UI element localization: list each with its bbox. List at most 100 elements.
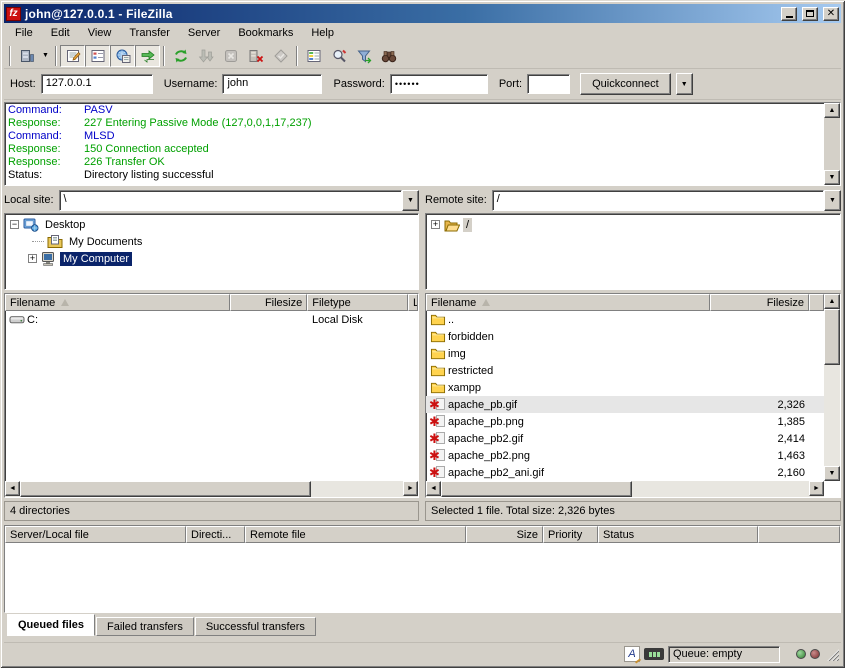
local-site-value[interactable]: \ [59, 190, 402, 211]
remote-horizontal-scrollbar[interactable]: ◄ ► [426, 481, 824, 497]
menu-file[interactable]: File [6, 25, 42, 41]
file-row-img[interactable]: img [426, 345, 824, 362]
menu-server[interactable]: Server [179, 25, 229, 41]
column-last-modified[interactable]: L [408, 294, 418, 311]
scroll-left-icon[interactable]: ◄ [426, 481, 441, 496]
scroll-left-icon[interactable]: ◄ [5, 481, 20, 496]
collapse-icon[interactable]: − [10, 220, 19, 229]
tree-item-root[interactable]: + / [426, 216, 840, 233]
scrollbar-thumb[interactable] [441, 481, 632, 497]
site-manager-dropdown[interactable]: ▼ [39, 45, 52, 67]
column-filesize[interactable]: Filesize [230, 294, 307, 311]
column-priority[interactable]: Priority [543, 526, 598, 543]
menu-transfer[interactable]: Transfer [120, 25, 179, 41]
minimize-button[interactable] [781, 7, 797, 21]
scroll-right-icon[interactable]: ► [403, 481, 418, 496]
column-filename[interactable]: Filename [5, 294, 230, 311]
resize-grip[interactable] [826, 648, 839, 661]
toggle-local-tree-button[interactable] [85, 45, 110, 67]
remote-site-combo[interactable]: / ▼ [492, 190, 841, 211]
remote-vertical-scrollbar[interactable]: ▲ ▼ [824, 294, 840, 481]
queue-rows [5, 543, 840, 612]
column-size[interactable]: Size [466, 526, 543, 543]
data-type-indicator-icon[interactable]: A [624, 646, 640, 662]
toggle-transfer-queue-button[interactable] [135, 45, 160, 67]
scroll-up-icon[interactable]: ▲ [824, 103, 840, 118]
reconnect-button[interactable] [268, 45, 293, 67]
password-input[interactable]: •••••• [390, 74, 488, 94]
scroll-down-icon[interactable]: ▼ [824, 466, 840, 481]
host-input[interactable]: 127.0.0.1 [41, 74, 153, 94]
remote-site-value[interactable]: / [492, 190, 824, 211]
file-row-apache-pb-gif[interactable]: ✱apache_pb.gif 2,326 [426, 396, 824, 413]
site-manager-button[interactable] [14, 45, 39, 67]
tree-item-my-documents[interactable]: My Documents [5, 233, 418, 250]
maximize-button[interactable] [802, 7, 818, 21]
scrollbar-thumb[interactable] [20, 481, 311, 497]
toggle-message-log-button[interactable] [60, 45, 85, 67]
tab-queued-files[interactable]: Queued files [7, 614, 95, 636]
column-filetype[interactable]: Filetype [307, 294, 408, 311]
scrollbar-thumb[interactable] [824, 118, 840, 170]
directory-comparison-button[interactable] [301, 45, 326, 67]
process-queue-button[interactable] [193, 45, 218, 67]
log-scrollbar[interactable]: ▲ ▼ [824, 103, 840, 185]
scroll-down-icon[interactable]: ▼ [824, 170, 840, 185]
toggle-remote-tree-button[interactable] [110, 45, 135, 67]
column-server-local-file[interactable]: Server/Local file [5, 526, 186, 543]
tree-item-my-computer[interactable]: + My Computer [5, 250, 418, 267]
file-row-apache-pb2-gif[interactable]: ✱apache_pb2.gif 2,414 [426, 430, 824, 447]
menu-edit[interactable]: Edit [42, 25, 79, 41]
quickconnect-dropdown[interactable]: ▼ [676, 73, 693, 95]
log-line: Response:226 Transfer OK [8, 156, 822, 169]
scrollbar-thumb[interactable] [824, 309, 840, 365]
quickconnect-button[interactable]: Quickconnect [580, 73, 671, 95]
column-status[interactable]: Status [598, 526, 758, 543]
file-row-xampp[interactable]: xampp [426, 379, 824, 396]
menu-view[interactable]: View [79, 25, 121, 41]
file-row-restricted[interactable]: restricted [426, 362, 824, 379]
file-row-apache-pb2-png[interactable]: ✱apache_pb2.png 1,463 [426, 447, 824, 464]
image-file-icon: ✱ [430, 431, 445, 446]
folder-icon [430, 329, 446, 344]
file-row-apache-pb-png[interactable]: ✱apache_pb.png 1,385 [426, 413, 824, 430]
close-button[interactable]: ✕ [823, 7, 839, 21]
cancel-button[interactable] [218, 45, 243, 67]
column-remote-file[interactable]: Remote file [245, 526, 466, 543]
file-search-button[interactable] [376, 45, 401, 67]
scroll-up-icon[interactable]: ▲ [824, 294, 840, 309]
username-input[interactable]: john [222, 74, 322, 94]
scroll-right-icon[interactable]: ► [809, 481, 824, 496]
local-horizontal-scrollbar[interactable]: ◄ ► [5, 481, 418, 497]
menu-bookmarks[interactable]: Bookmarks [229, 25, 302, 41]
synchronized-browsing-button[interactable] [326, 45, 351, 67]
transfer-queue: Server/Local file Directi... Remote file… [4, 525, 841, 613]
speed-limit-icon[interactable] [644, 648, 664, 660]
column-direction[interactable]: Directi... [186, 526, 245, 543]
expand-icon[interactable]: + [431, 220, 440, 229]
expand-icon[interactable]: + [28, 254, 37, 263]
directory-listing-filters-button[interactable] [351, 45, 376, 67]
menu-help[interactable]: Help [302, 25, 343, 41]
combo-dropdown-icon[interactable]: ▼ [402, 190, 419, 211]
tab-failed-transfers[interactable]: Failed transfers [96, 617, 194, 636]
reconnect-icon [273, 48, 289, 64]
title-bar[interactable]: fz john@127.0.0.1 - FileZilla ✕ [4, 4, 841, 23]
port-input[interactable] [527, 74, 570, 94]
file-row-c-drive[interactable]: C: Local Disk [5, 311, 418, 328]
refresh-button[interactable] [168, 45, 193, 67]
combo-dropdown-icon[interactable]: ▼ [824, 190, 841, 211]
file-row-parent-dir[interactable]: .. [426, 311, 824, 328]
tab-successful-transfers[interactable]: Successful transfers [195, 617, 316, 636]
receive-activity-led-icon [810, 649, 820, 659]
window-title: john@127.0.0.1 - FileZilla [25, 7, 776, 21]
column-filename[interactable]: Filename [426, 294, 710, 311]
file-row-forbidden[interactable]: forbidden [426, 328, 824, 345]
local-site-combo[interactable]: \ ▼ [59, 190, 419, 211]
desktop-icon [23, 217, 39, 233]
disconnect-button[interactable] [243, 45, 268, 67]
tree-item-desktop[interactable]: − Desktop [5, 216, 418, 233]
column-filesize[interactable]: Filesize [710, 294, 809, 311]
file-row-apache-pb2-ani-gif[interactable]: ✱apache_pb2_ani.gif 2,160 [426, 464, 824, 481]
send-activity-led-icon [796, 649, 806, 659]
